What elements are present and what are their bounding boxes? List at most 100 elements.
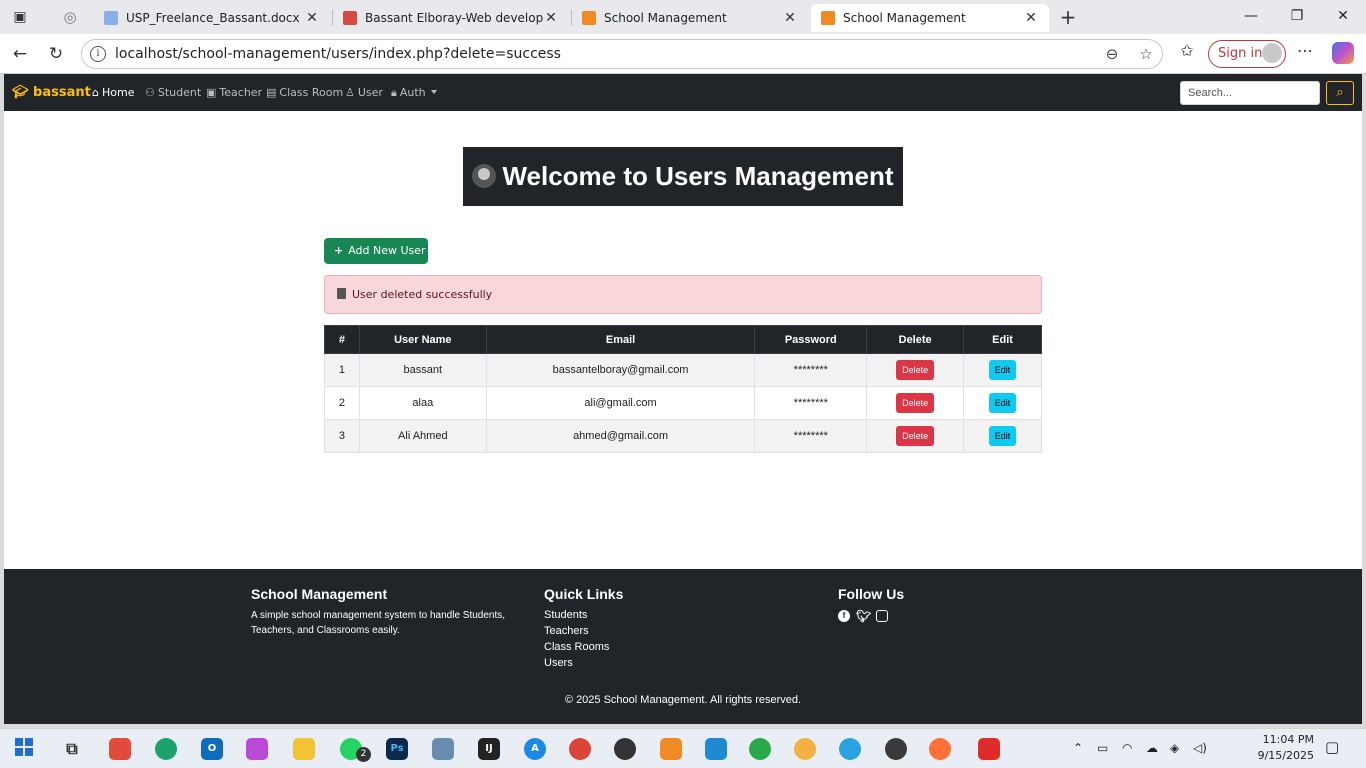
nav-item-user[interactable]: ♙ User	[345, 86, 383, 99]
close-tab-icon[interactable]: ✕	[782, 10, 798, 26]
browser-tab-docx[interactable]: USP_Freelance_Bassant.docx - الـ ✕	[94, 4, 330, 32]
cell-password: ********	[754, 353, 868, 387]
favorites-icon[interactable]: ✩	[1176, 41, 1198, 63]
footer-link-class-rooms[interactable]: Class Rooms	[544, 641, 609, 653]
cell-delete: Delete	[866, 353, 965, 387]
telegram-icon[interactable]	[839, 738, 861, 760]
cell-id: 2	[324, 386, 360, 420]
nav-item-class-room[interactable]: ▤ Class Room	[266, 86, 343, 99]
obs-icon[interactable]	[614, 738, 636, 760]
add-new-user-button[interactable]: + Add New User	[324, 238, 428, 264]
hotspot-icon[interactable]: ◈	[1170, 741, 1179, 755]
refresh-icon[interactable]: ↻	[42, 40, 70, 68]
nav-item-student[interactable]: ⚇ Student	[145, 86, 201, 99]
browser-tab-school-active[interactable]: School Management ✕	[811, 4, 1049, 32]
app-icon[interactable]	[978, 738, 1000, 760]
vscode-icon[interactable]	[705, 738, 727, 760]
volume-icon[interactable]: ◁)	[1193, 741, 1207, 755]
browser-tab-pdf[interactable]: Bassant Elboray-Web developer.p ✕	[333, 4, 569, 32]
url-bar[interactable]: i localhost/school-management/users/inde…	[81, 39, 1163, 69]
cell-user-name: Ali Ahmed	[358, 419, 487, 453]
delete-button[interactable]: Delete	[896, 426, 935, 446]
windows-start-icon[interactable]	[13, 738, 35, 760]
site-info-icon[interactable]: i	[90, 46, 106, 62]
nav-item-teacher[interactable]: ▣ Teacher	[206, 86, 262, 99]
delete-button[interactable]: Delete	[896, 360, 935, 380]
intellij-icon[interactable]: IJ	[478, 738, 500, 760]
site-search-input[interactable]	[1180, 81, 1320, 105]
copilot-app-icon[interactable]	[246, 738, 268, 760]
minimize-icon[interactable]: —	[1228, 0, 1274, 34]
workspaces-icon[interactable]: ◎	[56, 3, 84, 31]
sign-in-button[interactable]: Sign in	[1208, 40, 1286, 68]
user-avatar-icon	[472, 164, 497, 188]
address-bar-row: ← ↻ i localhost/school-management/users/…	[0, 34, 1366, 74]
search-button[interactable]: ⌕	[1326, 81, 1354, 105]
xampp-taskbar-icon[interactable]	[660, 738, 682, 760]
zoom-icon[interactable]: ⊖	[1102, 44, 1122, 64]
delete-button[interactable]: Delete	[896, 393, 935, 413]
nav-item-auth[interactable]: 🔒︎ Auth	[391, 86, 437, 100]
panda-app-icon[interactable]	[885, 738, 907, 760]
close-tab-icon[interactable]: ✕	[543, 10, 559, 26]
tab-actions-icon[interactable]: ▣	[6, 3, 34, 31]
network-icon[interactable]: ☁	[1146, 741, 1158, 755]
footer-link-students[interactable]: Students	[544, 609, 587, 621]
clock-date: 9/15/2025	[1257, 749, 1314, 762]
col-header-id: #	[324, 325, 360, 354]
game-app-icon[interactable]	[794, 738, 816, 760]
photoshop-icon[interactable]: Ps	[386, 738, 408, 760]
store-icon[interactable]	[109, 738, 131, 760]
footer-about-text: A simple school management system to han…	[251, 610, 506, 636]
twitter-icon[interactable]: 🐦︎	[856, 610, 871, 622]
web-page: 🎓︎ bassant ⌂ Home ⚇ Student ▣ Teacher ▤ Clas…	[4, 74, 1362, 724]
favorite-star-icon[interactable]: ☆	[1136, 44, 1156, 64]
new-tab-icon[interactable]: +	[1054, 3, 1082, 31]
success-alert: User deleted successfully	[324, 275, 1042, 314]
url-text[interactable]: localhost/school-management/users/index.…	[115, 46, 561, 62]
building-icon: ▤	[266, 86, 277, 99]
nav-item-home[interactable]: ⌂ Home	[92, 86, 134, 99]
edge-browser-icon[interactable]	[155, 738, 177, 760]
document-icon	[104, 11, 118, 25]
battery-icon[interactable]: ▭	[1097, 741, 1108, 755]
facebook-icon[interactable]: f	[838, 610, 850, 622]
cell-edit: Edit	[963, 419, 1042, 453]
xampp-icon	[821, 11, 835, 25]
chrome-icon[interactable]	[569, 738, 591, 760]
profile-avatar-icon	[1262, 43, 1282, 63]
taskbar-clock[interactable]: 11:04 PM 9/15/2025	[1252, 732, 1314, 764]
brand-logo[interactable]: 🎓︎ bassant	[12, 85, 91, 100]
page-title: Welcome to Users Management	[502, 161, 894, 191]
task-view-icon[interactable]: ⧉	[61, 738, 83, 760]
edit-button[interactable]: Edit	[988, 426, 1017, 446]
site-navbar: 🎓︎ bassant ⌂ Home ⚇ Student ▣ Teacher ▤ Clas…	[4, 74, 1362, 111]
edit-button[interactable]: Edit	[988, 393, 1017, 413]
copilot-icon[interactable]	[1332, 42, 1354, 64]
trash-icon	[337, 288, 346, 299]
firefox-icon[interactable]	[929, 738, 951, 760]
cell-edit: Edit	[963, 353, 1042, 387]
show-hidden-icons[interactable]: ⌃	[1073, 741, 1083, 755]
wifi-icon[interactable]: ◠	[1122, 741, 1132, 755]
footer-link-users[interactable]: Users	[544, 657, 573, 669]
file-explorer-icon[interactable]	[293, 738, 315, 760]
whatsapp-badge: 2	[356, 747, 371, 762]
notifications-icon[interactable]: ▢	[1325, 738, 1339, 756]
close-tab-icon[interactable]: ✕	[304, 10, 320, 26]
app-store-icon[interactable]: A	[524, 738, 546, 760]
browser-tab-school-1[interactable]: School Management ✕	[572, 4, 808, 32]
instagram-icon[interactable]	[876, 610, 888, 622]
cell-edit: Edit	[963, 386, 1042, 420]
close-window-icon[interactable]: ✕	[1320, 0, 1366, 34]
cell-password: ********	[754, 386, 868, 420]
more-menu-icon[interactable]: ⋯	[1294, 41, 1316, 63]
edge-dev-icon[interactable]	[749, 738, 771, 760]
edit-button[interactable]: Edit	[988, 360, 1017, 380]
back-icon[interactable]: ←	[6, 40, 34, 68]
outlook-icon[interactable]: O	[201, 738, 223, 760]
close-tab-icon[interactable]: ✕	[1023, 10, 1039, 26]
footer-link-teachers[interactable]: Teachers	[544, 625, 589, 637]
gimp-icon[interactable]	[432, 738, 454, 760]
restore-icon[interactable]: ❐	[1274, 0, 1320, 34]
